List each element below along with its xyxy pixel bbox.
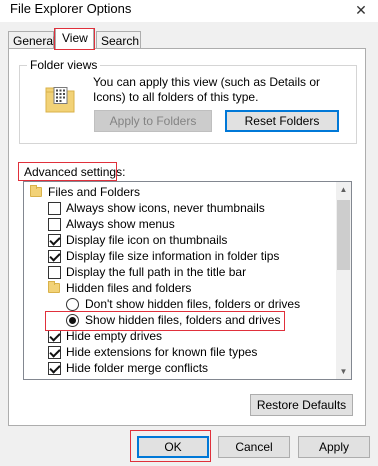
checkbox-always-show-icons[interactable]: [48, 202, 61, 215]
tab-general[interactable]: General: [8, 31, 56, 49]
checkbox-hide-merge-conflicts[interactable]: [48, 362, 61, 375]
folder-icon: [48, 281, 60, 293]
tree-folder-label: Files and Folders: [48, 185, 141, 199]
advanced-settings-tree[interactable]: Files and Folders Always show icons, nev…: [23, 181, 352, 380]
scroll-down-icon[interactable]: ▼: [336, 364, 351, 379]
folder-icon: [30, 185, 42, 197]
window-title: File Explorer Options: [10, 1, 132, 16]
radio-dont-show-hidden[interactable]: [66, 298, 79, 311]
checkbox-display-full-path[interactable]: [48, 266, 61, 279]
folder-views-label: Folder views: [27, 58, 101, 72]
folder-views-description: You can apply this view (such as Details…: [93, 75, 321, 104]
cancel-button[interactable]: Cancel: [218, 436, 290, 458]
list-item-label: Hide extensions for known file types: [66, 345, 258, 359]
checkbox-hide-empty-drives[interactable]: [48, 330, 61, 343]
list-item-label: Show hidden files, folders and drives: [85, 313, 281, 327]
checkbox-display-file-icon[interactable]: [48, 234, 61, 247]
tree-folder-label: Hidden files and folders: [66, 281, 192, 295]
checkbox-hide-extensions[interactable]: [48, 346, 61, 359]
list-item-label: Hide folder merge conflicts: [66, 361, 209, 375]
apply-to-folders-button[interactable]: Apply to Folders: [94, 110, 212, 132]
list-item-label: Display file size information in folder …: [66, 249, 280, 263]
list-item-label: Display the full path in the title bar: [66, 265, 247, 279]
checkbox-display-file-size[interactable]: [48, 250, 61, 263]
scroll-up-icon[interactable]: ▲: [336, 182, 351, 197]
list-item-label: Display file icon on thumbnails: [66, 233, 228, 247]
scroll-thumb[interactable]: [337, 200, 350, 270]
list-item-label: Hide empty drives: [66, 329, 163, 343]
title-bar: File Explorer Options ✕: [0, 0, 378, 22]
folder-grid-icon: [45, 87, 75, 113]
tab-search[interactable]: Search: [96, 31, 141, 49]
tab-view[interactable]: View: [55, 28, 94, 50]
list-item-label: Always show menus: [66, 217, 175, 231]
advanced-settings-label: Advanced settings:: [24, 165, 126, 179]
checkbox-always-show-menus[interactable]: [48, 218, 61, 231]
close-icon[interactable]: ✕: [344, 0, 378, 22]
tree-scrollbar[interactable]: ▲ ▼: [336, 182, 351, 379]
reset-folders-button[interactable]: Reset Folders: [225, 110, 339, 132]
ok-button[interactable]: OK: [137, 436, 209, 458]
list-item-label: Don't show hidden files, folders or driv…: [85, 297, 301, 311]
radio-show-hidden[interactable]: [66, 314, 79, 327]
list-item-label: Always show icons, never thumbnails: [66, 201, 265, 215]
apply-button[interactable]: Apply: [298, 436, 370, 458]
restore-defaults-button[interactable]: Restore Defaults: [250, 394, 353, 416]
